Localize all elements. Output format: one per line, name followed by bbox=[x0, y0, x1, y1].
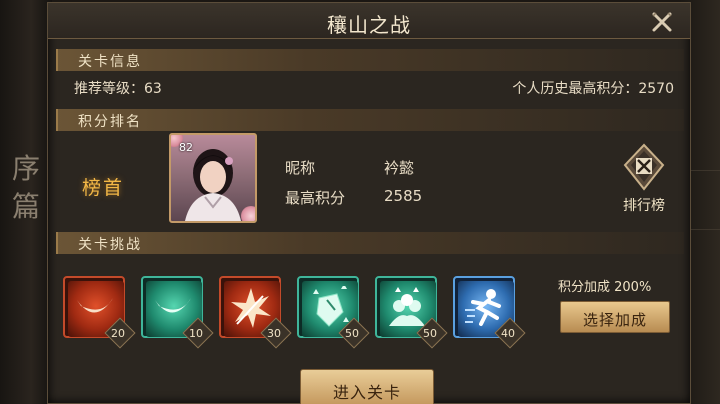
challenge-header: 关卡挑战 bbox=[56, 232, 684, 254]
best-score-value: 2585 bbox=[384, 187, 423, 205]
challenge-buff-6[interactable]: 40 bbox=[453, 276, 526, 349]
buff-value: 50 bbox=[345, 327, 359, 340]
recommended-level-label: 推荐等级： bbox=[74, 81, 144, 97]
challenge-header-label: 关卡挑战 bbox=[78, 237, 142, 253]
challenge-buff-1[interactable]: 20 bbox=[63, 276, 136, 349]
background-left-panel: 序篇 bbox=[0, 0, 52, 404]
recommended-level: 推荐等级：63 bbox=[74, 78, 162, 98]
challenge-buff-3[interactable]: 30 bbox=[219, 276, 292, 349]
nickname-label: 昵称 bbox=[285, 159, 316, 177]
crescent-slash-icon bbox=[77, 298, 113, 313]
burst-strike-icon bbox=[231, 288, 271, 328]
challenge-buff-2[interactable]: 10 bbox=[141, 276, 214, 349]
crossed-swords-shield-icon bbox=[623, 143, 665, 191]
rank-title: 榜首 bbox=[82, 177, 125, 199]
select-bonus-label: 选择加成 bbox=[582, 311, 647, 329]
buff-value: 10 bbox=[189, 327, 203, 340]
nickname-value: 衿懿 bbox=[384, 159, 415, 177]
stage-dialog: 穰山之战 关卡信息 推荐等级：63 个人历史最高积分：2570 积分排名 榜首 bbox=[47, 2, 691, 404]
score-bonus-text: 积分加成 200% bbox=[558, 280, 652, 295]
buff-value: 20 bbox=[111, 327, 125, 340]
top-player-level: 82 bbox=[179, 141, 193, 154]
dialog-titlebar: 穰山之战 bbox=[48, 3, 690, 39]
dialog-title: 穰山之战 bbox=[327, 13, 411, 37]
personal-best: 个人历史最高积分：2570 bbox=[512, 78, 674, 98]
top-player-avatar[interactable]: 82 bbox=[169, 133, 257, 223]
recommended-level-value: 63 bbox=[144, 81, 162, 97]
chapter-side-text: 序篇 bbox=[11, 152, 40, 223]
buff-value: 40 bbox=[501, 327, 515, 340]
level-info-header-label: 关卡信息 bbox=[78, 54, 142, 70]
flower-ornament bbox=[241, 206, 255, 221]
best-score-label: 最高积分 bbox=[285, 189, 346, 207]
ranking-header-label: 积分排名 bbox=[78, 114, 142, 130]
close-x-icon bbox=[652, 12, 672, 32]
enter-stage-label: 进入关卡 bbox=[332, 383, 401, 402]
personal-best-value: 2570 bbox=[638, 81, 674, 97]
challenge-buff-4[interactable]: 50 bbox=[297, 276, 370, 349]
level-info-header: 关卡信息 bbox=[56, 49, 684, 71]
buff-value: 50 bbox=[423, 327, 437, 340]
running-figure-icon bbox=[465, 289, 501, 326]
shield-up-icon bbox=[313, 286, 349, 327]
challenge-buff-5[interactable]: 50 bbox=[375, 276, 448, 349]
buff-value: 30 bbox=[267, 327, 281, 340]
enter-stage-button[interactable]: 进入关卡 bbox=[300, 369, 434, 404]
leaderboard-button[interactable]: 排行榜 bbox=[614, 143, 674, 223]
select-bonus-button[interactable]: 选择加成 bbox=[560, 301, 670, 333]
crescent-slash-icon bbox=[155, 298, 191, 313]
close-button[interactable] bbox=[650, 10, 674, 34]
ranking-header: 积分排名 bbox=[56, 109, 684, 131]
group-up-icon bbox=[389, 287, 425, 326]
leaderboard-label: 排行榜 bbox=[623, 198, 665, 214]
personal-best-label: 个人历史最高积分： bbox=[512, 81, 639, 97]
